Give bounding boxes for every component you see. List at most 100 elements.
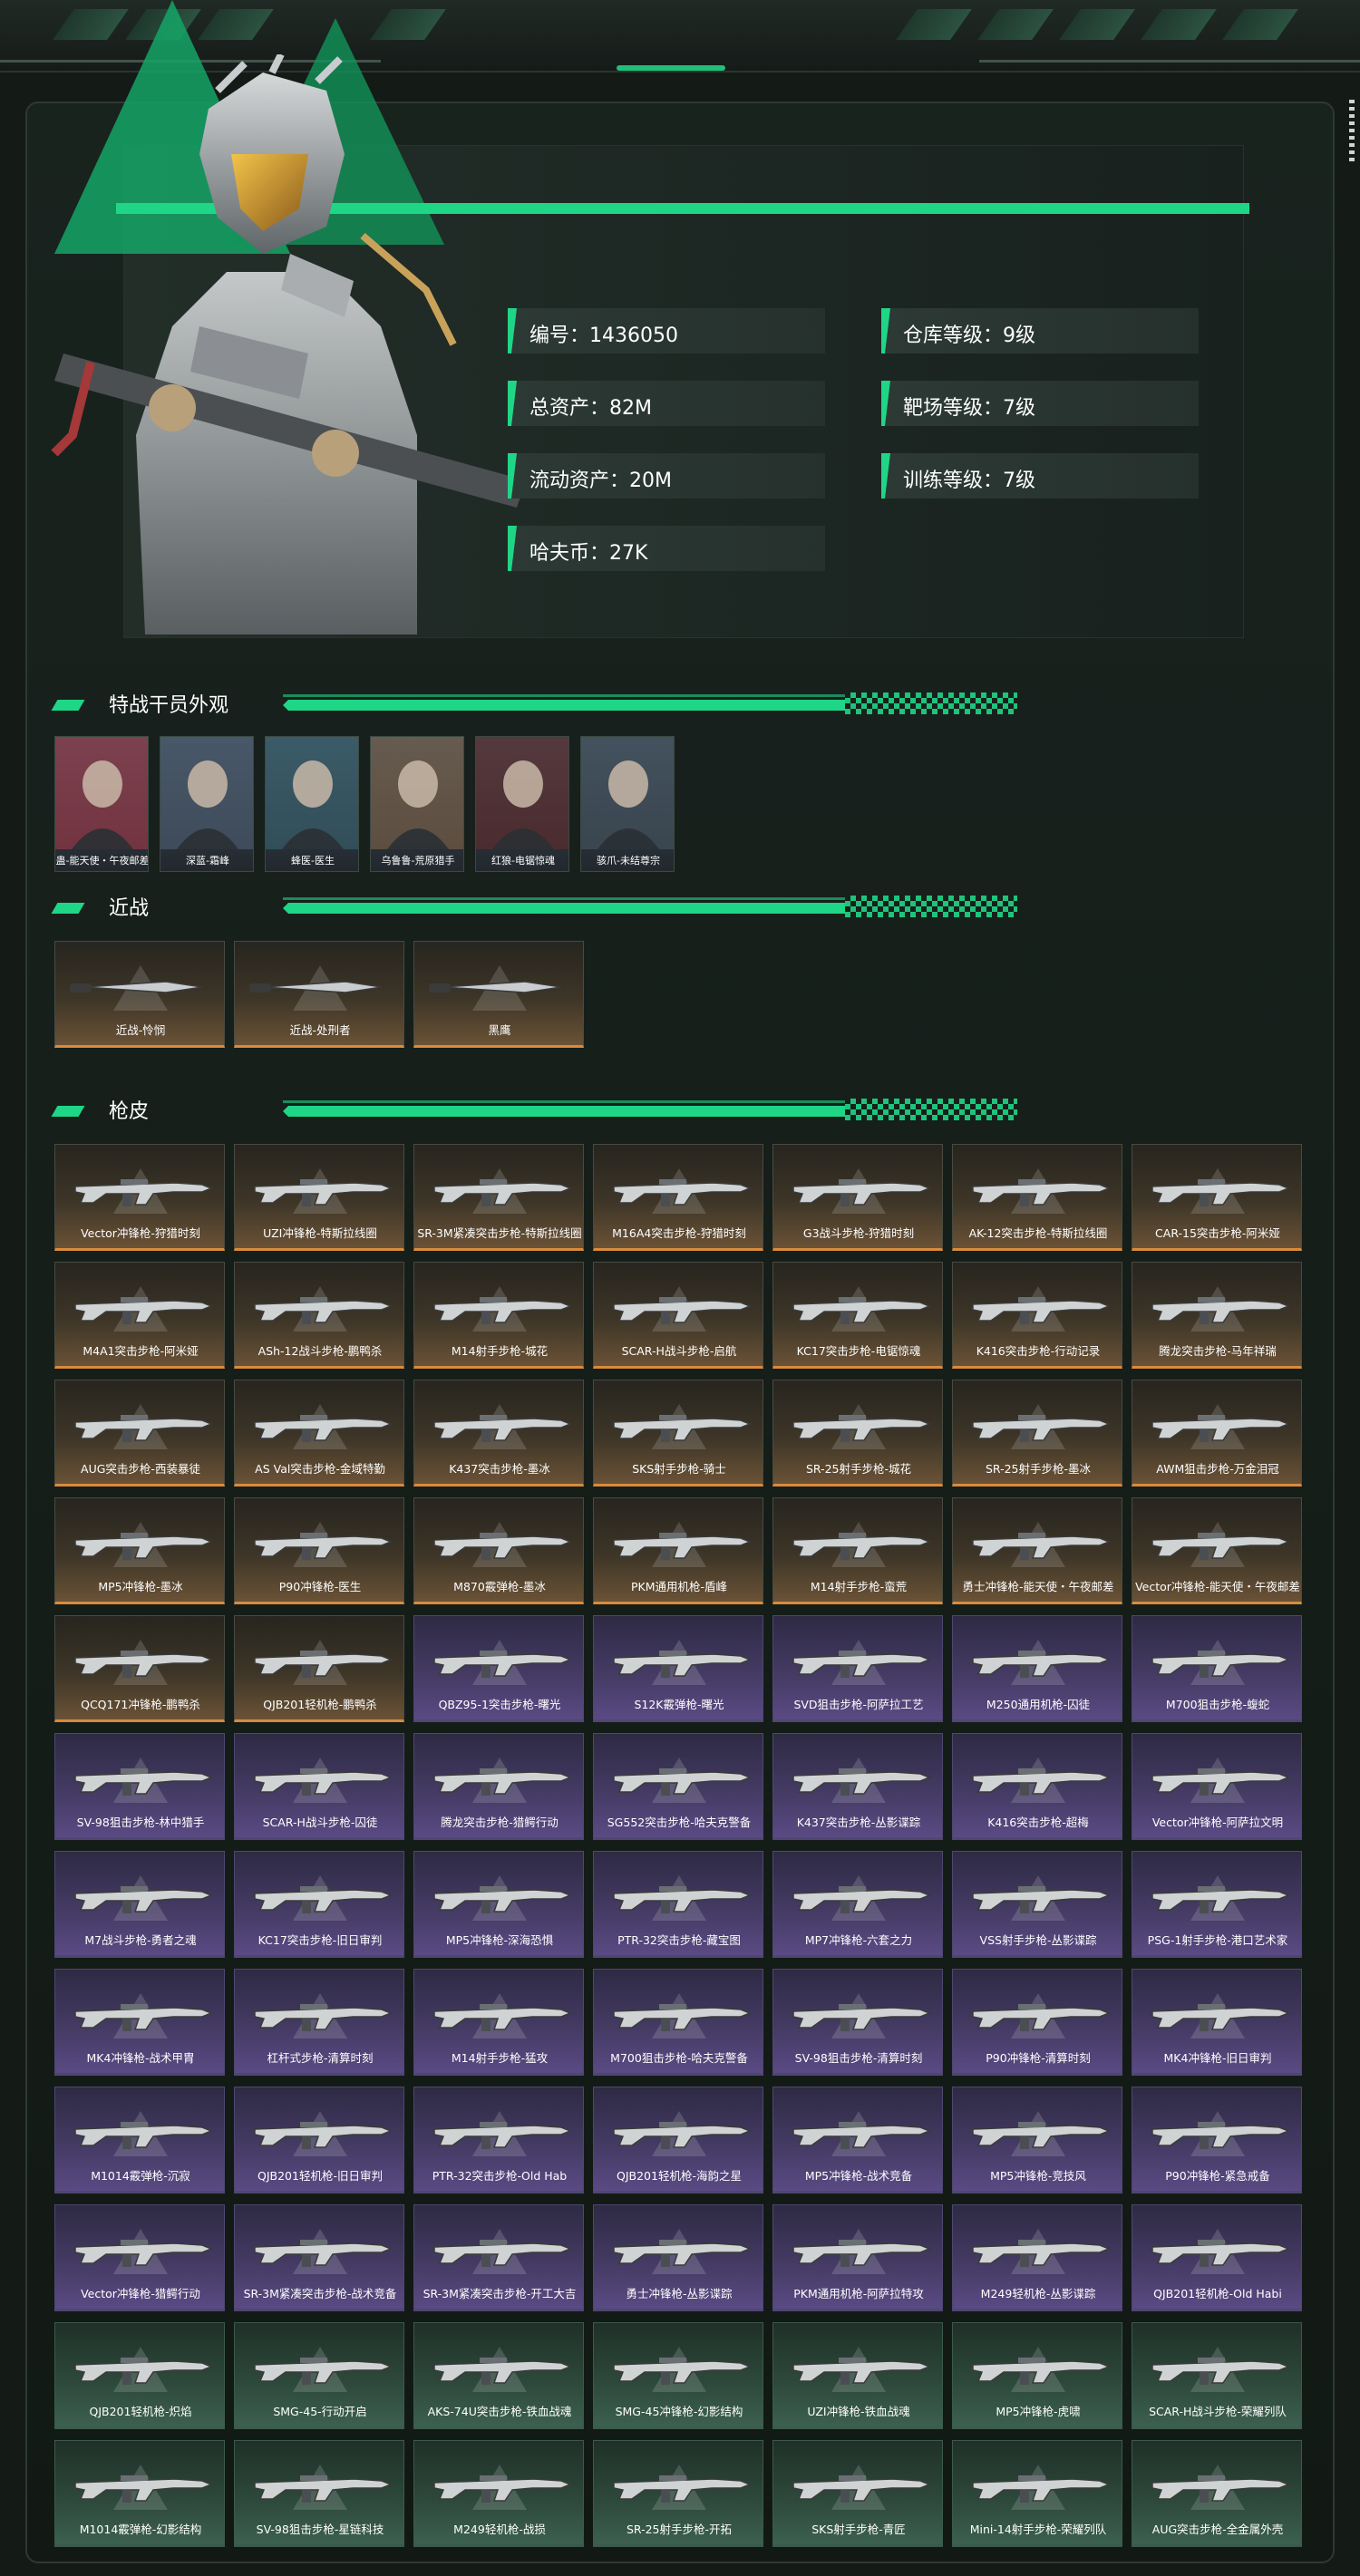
gun-skin-card[interactable]: M249轻机枪-战损: [413, 2440, 584, 2547]
gun-skin-card[interactable]: AS Val突击步枪-金域特勤: [234, 1380, 404, 1487]
gun-skin-card[interactable]: M7战斗步枪-勇者之魂: [54, 1851, 225, 1958]
gun-skin-card[interactable]: SMG-45冲锋枪-幻影结构: [593, 2322, 763, 2429]
gun-skin-card[interactable]: M249轻机枪-丛影谍踪: [952, 2204, 1122, 2311]
gun-skin-card[interactable]: M14射手步枪-城花: [413, 1262, 584, 1369]
gun-skin-card[interactable]: P90冲锋枪-医生: [234, 1497, 404, 1604]
gun-skin-card[interactable]: SG552突击步枪-哈夫克警备: [593, 1733, 763, 1840]
gun-skin-card[interactable]: Vector冲锋枪-阿萨拉文明: [1132, 1733, 1302, 1840]
gun-skin-card[interactable]: G3战斗步枪-狩猎时刻: [772, 1144, 943, 1251]
gun-skin-card[interactable]: PKM通用机枪-阿萨拉特攻: [772, 2204, 943, 2311]
gun-skin-card[interactable]: M870霰弹枪-墨冰: [413, 1497, 584, 1604]
gun-skin-card[interactable]: SKS射手步枪-青匠: [772, 2440, 943, 2547]
operator-skin-card[interactable]: 蛊-能天使・午夜邮差: [54, 736, 149, 872]
gun-skin-card[interactable]: P90冲锋枪-紧急戒备: [1132, 2087, 1302, 2193]
section-title: 枪皮: [109, 1100, 150, 1123]
melee-weapon-card[interactable]: 黑鹰: [413, 941, 584, 1048]
melee-weapon-card[interactable]: 近战-处刑者: [234, 941, 404, 1048]
gun-skin-card[interactable]: M16A4突击步枪-狩猎时刻: [593, 1144, 763, 1251]
operator-skin-card[interactable]: 骇爪-未结尊宗: [580, 736, 675, 872]
gun-skin-card[interactable]: SR-25射手步枪-开拓: [593, 2440, 763, 2547]
gun-skin-card[interactable]: SCAR-H战斗步枪-囚徒: [234, 1733, 404, 1840]
gun-skin-card[interactable]: 勇士冲锋枪-丛影谍踪: [593, 2204, 763, 2311]
gun-skin-card[interactable]: QBZ95-1突击步枪-曙光: [413, 1615, 584, 1722]
gun-skin-card[interactable]: K437突击步枪-丛影谍踪: [772, 1733, 943, 1840]
gun-skin-card[interactable]: Vector冲锋枪-能天使・午夜邮差: [1132, 1497, 1302, 1604]
item-name: S12K霰弹枪-曙光: [634, 1698, 724, 1711]
gun-skin-card[interactable]: ASh-12战斗步枪-鹏鸭杀: [234, 1262, 404, 1369]
melee-weapon-card[interactable]: 近战-怜悯: [54, 941, 225, 1048]
gun-skin-card[interactable]: QJB201轻机枪-鹏鸭杀: [234, 1615, 404, 1722]
gun-skin-card[interactable]: SR-3M紧凑突击步枪-开工大吉: [413, 2204, 584, 2311]
gun-skin-card[interactable]: AUG突击步枪-西装暴徒: [54, 1380, 225, 1487]
gun-skin-card[interactable]: UZI冲锋枪-特斯拉线圈: [234, 1144, 404, 1251]
gun-skin-card[interactable]: SR-25射手步枪-墨冰: [952, 1380, 1122, 1487]
gun-skin-card[interactable]: AUG突击步枪-全金属外壳: [1132, 2440, 1302, 2547]
gun-skin-card[interactable]: PTR-32突击步枪-藏宝图: [593, 1851, 763, 1958]
rifle-icon: [1151, 2122, 1291, 2149]
gun-skin-card[interactable]: SR-25射手步枪-城花: [772, 1380, 943, 1487]
gun-skin-card[interactable]: K416突击步枪-行动记录: [952, 1262, 1122, 1369]
gun-skin-card[interactable]: MP7冲锋枪-六套之力: [772, 1851, 943, 1958]
operator-skin-card[interactable]: 蜂医-医生: [265, 736, 359, 872]
gun-skin-card[interactable]: Mini-14射手步枪-荣耀列队: [952, 2440, 1122, 2547]
gun-skin-card[interactable]: M14射手步枪-猛攻: [413, 1969, 584, 2076]
gun-skin-card[interactable]: Vector冲锋枪-狩猎时刻: [54, 1144, 225, 1251]
gun-skin-card[interactable]: SMG-45-行动开启: [234, 2322, 404, 2429]
gun-skin-card[interactable]: MP5冲锋枪-深海恐惧: [413, 1851, 584, 1958]
gun-skin-card[interactable]: AKS-74U突击步枪-铁血战魂: [413, 2322, 584, 2429]
gun-skin-card[interactable]: 腾龙突击步枪-猎鳄行动: [413, 1733, 584, 1840]
gun-skin-card[interactable]: SV-98狙击步枪-清算时刻: [772, 1969, 943, 2076]
item-name: VSS射手步枪-丛影谍踪: [979, 1933, 1097, 1947]
gun-skin-card[interactable]: K437突击步枪-墨冰: [413, 1380, 584, 1487]
gun-skin-card[interactable]: MP5冲锋枪-竞技风: [952, 2087, 1122, 2193]
gun-skin-card[interactable]: SV-98狙击步枪-星链科技: [234, 2440, 404, 2547]
gun-skin-card[interactable]: M14射手步枪-蛮荒: [772, 1497, 943, 1604]
gun-skin-card[interactable]: M4A1突击步枪-阿米娅: [54, 1262, 225, 1369]
operator-skin-card[interactable]: 红狼-电锯惊魂: [475, 736, 569, 872]
gun-skin-card[interactable]: AWM狙击步枪-万金泪冠: [1132, 1380, 1302, 1487]
gun-skin-card[interactable]: Vector冲锋枪-猎鳄行动: [54, 2204, 225, 2311]
gun-skin-card[interactable]: QJB201轻机枪-Old Habi: [1132, 2204, 1302, 2311]
gun-skin-card[interactable]: QJB201轻机枪-海韵之星: [593, 2087, 763, 2193]
gun-skin-card[interactable]: QJB201轻机枪-炽焰: [54, 2322, 225, 2429]
gun-skin-card[interactable]: KC17突击步枪-旧日审判: [234, 1851, 404, 1958]
gun-skin-card[interactable]: QCQ171冲锋枪-鹏鸭杀: [54, 1615, 225, 1722]
gun-skin-card[interactable]: M1014霰弹枪-沉寂: [54, 2087, 225, 2193]
gun-skin-card[interactable]: QJB201轻机枪-旧日审判: [234, 2087, 404, 2193]
gun-skin-card[interactable]: SV-98狙击步枪-林中猎手: [54, 1733, 225, 1840]
gun-skin-card[interactable]: 腾龙突击步枪-马年祥瑞: [1132, 1262, 1302, 1369]
gun-skin-card[interactable]: M700狙击步枪-蝮蛇: [1132, 1615, 1302, 1722]
gun-skin-card[interactable]: MK4冲锋枪-战术甲胄: [54, 1969, 225, 2076]
gun-skin-card[interactable]: PSG-1射手步枪-港口艺术家: [1132, 1851, 1302, 1958]
scrollbar-grip[interactable]: [1349, 100, 1355, 163]
gun-skin-card[interactable]: SCAR-H战斗步枪-荣耀列队: [1132, 2322, 1302, 2429]
gun-skin-card[interactable]: 勇士冲锋枪-能天使・午夜邮差: [952, 1497, 1122, 1604]
gun-skin-card[interactable]: K416突击步枪-超梅: [952, 1733, 1122, 1840]
operator-skin-card[interactable]: 乌鲁鲁-荒原猎手: [370, 736, 464, 872]
gun-skin-card[interactable]: MK4冲锋枪-旧日审判: [1132, 1969, 1302, 2076]
gun-skin-card[interactable]: M1014霰弹枪-幻影结构: [54, 2440, 225, 2547]
gun-skin-card[interactable]: SKS射手步枪-骑士: [593, 1380, 763, 1487]
operator-skin-card[interactable]: 深蓝-霜峰: [160, 736, 254, 872]
gun-skin-card[interactable]: SVD狙击步枪-阿萨拉工艺: [772, 1615, 943, 1722]
gun-skin-card[interactable]: P90冲锋枪-清算时刻: [952, 1969, 1122, 2076]
gun-skin-card[interactable]: SR-3M紧凑突击步枪-特斯拉线圈: [413, 1144, 584, 1251]
gun-skin-card[interactable]: VSS射手步枪-丛影谍踪: [952, 1851, 1122, 1958]
gun-skin-card[interactable]: M250通用机枪-囚徒: [952, 1615, 1122, 1722]
gun-skin-card[interactable]: S12K霰弹枪-曙光: [593, 1615, 763, 1722]
gun-skin-card[interactable]: AK-12突击步枪-特斯拉线圈: [952, 1144, 1122, 1251]
gun-skin-card[interactable]: PKM通用机枪-盾峰: [593, 1497, 763, 1604]
gun-skin-card[interactable]: MP5冲锋枪-虎啸: [952, 2322, 1122, 2429]
gun-skin-card[interactable]: MP5冲锋枪-战术竞备: [772, 2087, 943, 2193]
gun-skin-card[interactable]: UZI冲锋枪-铁血战魂: [772, 2322, 943, 2429]
gun-skin-card[interactable]: SR-3M紧凑突击步枪-战术竞备: [234, 2204, 404, 2311]
gun-skin-card[interactable]: CAR-15突击步枪-阿米娅: [1132, 1144, 1302, 1251]
gun-skin-card[interactable]: PTR-32突击步枪-Old Hab: [413, 2087, 584, 2193]
item-name: QCQ171冲锋枪-鹏鸭杀: [81, 1698, 200, 1711]
rifle-icon: [972, 2358, 1112, 2385]
gun-skin-card[interactable]: M700狙击步枪-哈夫克警备: [593, 1969, 763, 2076]
gun-skin-card[interactable]: KC17突击步枪-电锯惊魂: [772, 1262, 943, 1369]
gun-skin-card[interactable]: MP5冲锋枪-墨冰: [54, 1497, 225, 1604]
gun-skin-card[interactable]: 杠杆式步枪-清算时刻: [234, 1969, 404, 2076]
gun-skin-card[interactable]: SCAR-H战斗步枪-启航: [593, 1262, 763, 1369]
